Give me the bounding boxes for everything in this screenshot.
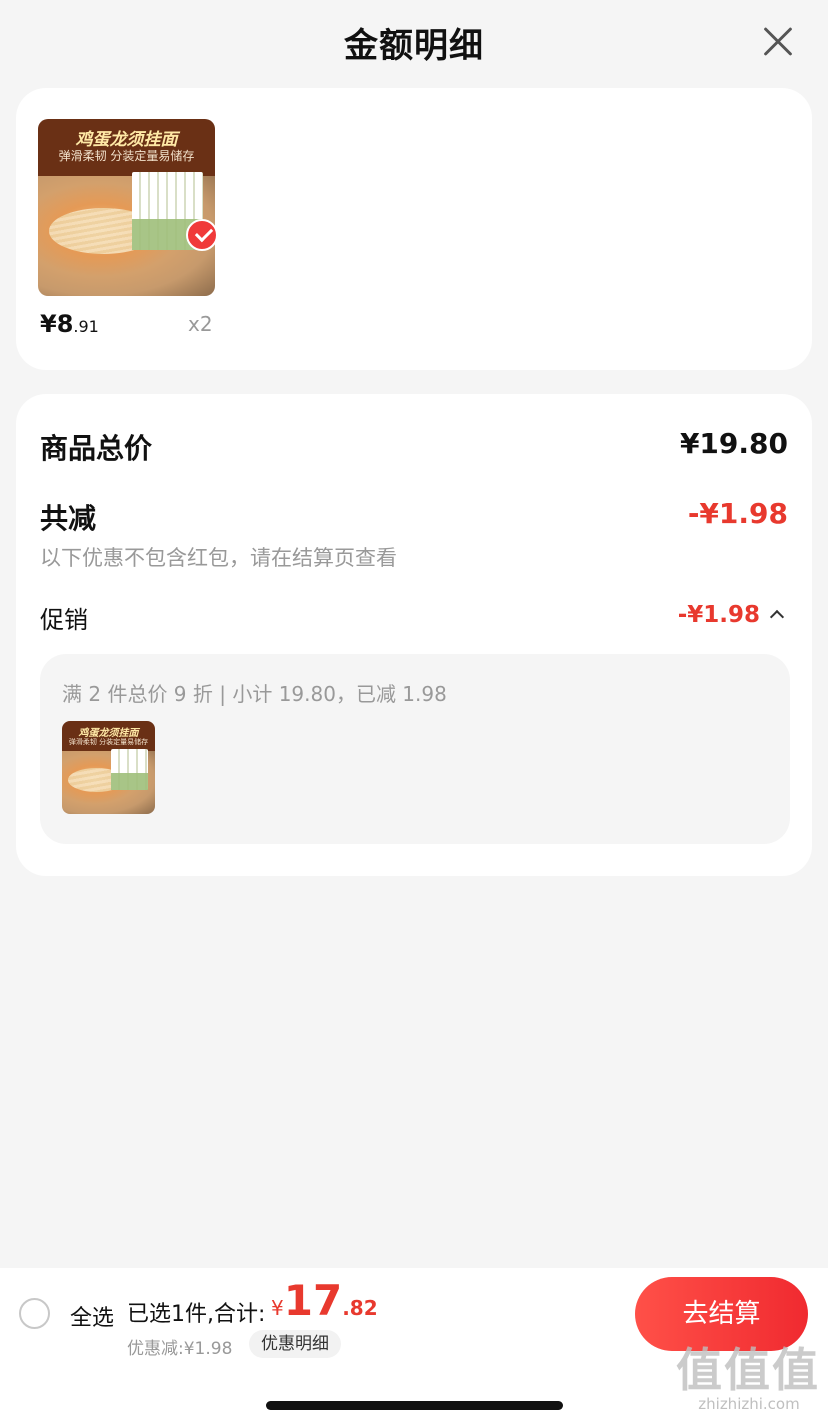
product-quantity: x2 xyxy=(188,312,213,336)
select-all-label[interactable]: 全选 xyxy=(70,1300,114,1332)
header: 金额明细 xyxy=(0,0,828,82)
watermark: 值 值 值 zhizhizhi.com xyxy=(676,1345,822,1417)
product-price: ¥8.91 xyxy=(40,310,99,338)
promo-image-subtitle: 弹滑柔韧 分装定量易储存 xyxy=(68,738,149,746)
total-currency: ¥ xyxy=(271,1296,284,1320)
summary-card: 商品总价 ¥19.80 共减 -¥1.98 以下优惠不包含红包，请在结算页查看 … xyxy=(16,394,812,876)
discount-text: 优惠减:¥1.98 xyxy=(127,1339,233,1359)
reduction-label: 共减 xyxy=(40,502,97,535)
promo-label[interactable]: 促销 xyxy=(40,600,88,635)
product-image[interactable]: 鸡蛋龙须挂面 弹滑柔韧 分装定量易储存 xyxy=(38,119,215,296)
product-image-subtitle: 弹滑柔韧 分装定量易储存 xyxy=(58,149,195,163)
select-all-radio[interactable] xyxy=(19,1298,50,1329)
home-indicator xyxy=(266,1401,563,1410)
promo-detail-box: 满 2 件总价 9 折 | 小计 19.80，已减 1.98 鸡蛋龙须挂面 弹滑… xyxy=(40,654,790,844)
chevron-up-icon[interactable] xyxy=(769,609,785,625)
watermark-glyph: 值 xyxy=(724,1343,770,1397)
page-title: 金额明细 xyxy=(344,26,484,66)
promo-description: 满 2 件总价 9 折 | 小计 19.80，已减 1.98 xyxy=(62,682,447,706)
coupon-note: 以下优惠不包含红包，请在结算页查看 xyxy=(40,546,397,570)
promo-value[interactable]: -¥1.98 xyxy=(678,602,760,628)
watermark-glyph: 值 xyxy=(772,1343,818,1397)
total-amount: ¥17.82 xyxy=(271,1276,378,1325)
watermark-glyph: 值 xyxy=(676,1343,722,1397)
reduction-value: -¥1.98 xyxy=(687,497,788,530)
watermark-url: zhizhizhi.com xyxy=(698,1395,800,1413)
total-dec: .82 xyxy=(342,1296,378,1320)
total-price-value: ¥19.80 xyxy=(679,427,788,460)
product-card: 鸡蛋龙须挂面 弹滑柔韧 分装定量易储存 ¥8.91 x2 xyxy=(16,88,812,370)
selected-count-text: 已选1件,合计: xyxy=(127,1302,266,1327)
promo-product-image[interactable]: 鸡蛋龙须挂面 弹滑柔韧 分装定量易储存 xyxy=(62,721,155,814)
checkmark-icon[interactable] xyxy=(186,219,218,251)
product-price-dec: .91 xyxy=(73,317,99,336)
product-price-int: ¥8 xyxy=(40,310,74,338)
total-int: 17 xyxy=(283,1276,343,1325)
checkout-button[interactable]: 去结算 xyxy=(635,1277,808,1351)
promo-image-packs xyxy=(111,748,149,790)
total-price-label: 商品总价 xyxy=(40,432,153,465)
discount-detail-button[interactable]: 优惠明细 xyxy=(249,1330,341,1358)
close-icon[interactable] xyxy=(758,22,798,62)
